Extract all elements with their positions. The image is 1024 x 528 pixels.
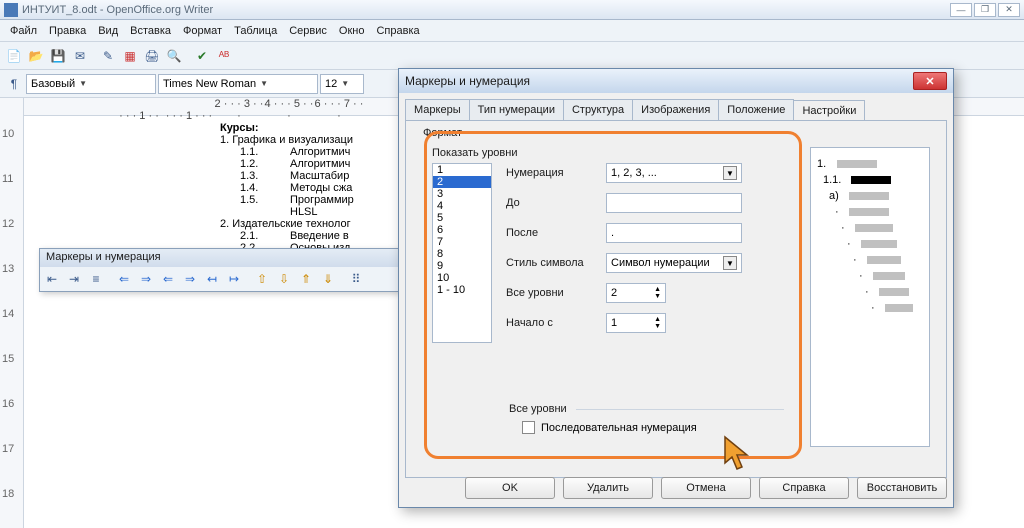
consecutive-checkbox[interactable]: Последовательная нумерация [522,421,697,434]
paragraph-style-select[interactable]: Базовый ▼ [26,74,156,94]
dialog-titlebar[interactable]: Маркеры и нумерация ✕ [399,69,953,93]
dialog-body: Формат Показать уровни 1 2 3 4 5 6 7 8 9… [405,120,947,478]
new-icon[interactable]: 📄 [4,46,24,66]
move-up-icon[interactable]: ⇧ [252,269,272,289]
dialog-buttons: OK Удалить Отмена Справка Восстановить [405,477,947,499]
arrow-left-icon[interactable]: ↤ [202,269,222,289]
tab-graphics[interactable]: Изображения [632,99,719,120]
bullets-toolbar-title: Маркеры и нумерация [40,249,398,267]
all-levels-group-label: Все уровни [506,403,570,415]
print-icon[interactable]: 🖨 [142,46,162,66]
tab-position[interactable]: Положение [718,99,794,120]
arrow-right-icon[interactable]: ↦ [224,269,244,289]
bullets-numbering-dialog: Маркеры и нумерация ✕ Маркеры Тип нумера… [398,68,954,508]
alllevels-field: Все уровни 2▲▼ [506,283,666,303]
numbering-field: Нумерация 1, 2, 3, ...▼ [506,163,742,183]
pdf-icon[interactable]: ▦ [120,46,140,66]
bullets-dialog-icon[interactable]: ⠿ [346,269,366,289]
paragraph-style-value: Базовый [31,78,75,90]
close-window-button[interactable]: ✕ [998,3,1020,17]
close-icon[interactable]: ✕ [913,72,947,90]
save-icon[interactable]: 💾 [48,46,68,66]
open-icon[interactable]: 📂 [26,46,46,66]
minimize-button[interactable]: — [950,3,972,17]
move-up-icon[interactable]: ⇑ [296,269,316,289]
arrow-left-icon[interactable]: ⇐ [158,269,178,289]
tab-options[interactable]: Настройки [793,100,865,121]
edit-icon[interactable]: ✎ [98,46,118,66]
arrow-left-icon[interactable]: ⇐ [114,269,134,289]
bullets-numbering-toolbar[interactable]: Маркеры и нумерация ⇤ ⇥ ≡ ⇐ ⇒ ⇐ ⇒ ↤ ↦ ⇧ … [39,248,399,292]
chevron-down-icon: ▼ [723,256,737,270]
menu-help[interactable]: Справка [370,23,425,39]
menu-edit[interactable]: Правка [43,23,92,39]
after-field: После . [506,223,742,243]
demote-icon[interactable]: ⇤ [42,269,62,289]
help-button[interactable]: Справка [759,477,849,499]
numbering-select[interactable]: 1, 2, 3, ...▼ [606,163,742,183]
vertical-ruler: 10 11 12 13 14 15 16 17 18 [0,98,24,528]
menu-tools[interactable]: Сервис [283,23,333,39]
doc-icon [4,3,18,17]
font-size-value: 12 [325,78,337,90]
menu-format[interactable]: Формат [177,23,228,39]
alllevels-spinner[interactable]: 2▲▼ [606,283,666,303]
move-down-icon[interactable]: ⇩ [274,269,294,289]
arrow-right-icon[interactable]: ⇒ [180,269,200,289]
ok-button[interactable]: OK [465,477,555,499]
before-input[interactable] [606,193,742,213]
menu-insert[interactable]: Вставка [124,23,177,39]
format-group-label: Формат [420,127,465,139]
chevron-down-icon: ▼ [79,79,87,88]
font-size-select[interactable]: 12 ▼ [320,74,364,94]
chevron-down-icon: ▼ [723,166,737,180]
maximize-button[interactable]: ❐ [974,3,996,17]
tab-outline[interactable]: Структура [563,99,633,120]
dialog-title: Маркеры и нумерация [405,74,913,88]
levels-listbox[interactable]: 1 2 3 4 5 6 7 8 9 10 1 - 10 [432,163,492,343]
cancel-button[interactable]: Отмена [661,477,751,499]
menu-table[interactable]: Таблица [228,23,283,39]
preview-icon[interactable]: 🔍 [164,46,184,66]
startat-spinner[interactable]: 1▲▼ [606,313,666,333]
numbering-preview: 1. 1.1. a) · · · · · · · [810,147,930,447]
delete-button[interactable]: Удалить [563,477,653,499]
font-name-select[interactable]: Times New Roman ▼ [158,74,318,94]
after-input[interactable]: . [606,223,742,243]
startat-field: Начало с 1▲▼ [506,313,666,333]
charstyle-field: Стиль символа Символ нумерации▼ [506,253,742,273]
show-levels-label: Показать уровни [432,147,518,159]
title-bar: ИНТУИТ_8.odt - OpenOffice.org Writer — ❐… [0,0,1024,20]
arrow-right-icon[interactable]: ⇒ [136,269,156,289]
list-icon[interactable]: ≡ [86,269,106,289]
menu-bar: Файл Правка Вид Вставка Формат Таблица С… [0,20,1024,42]
spellcheck-icon[interactable]: ✔ [192,46,212,66]
menu-view[interactable]: Вид [92,23,124,39]
move-down-icon[interactable]: ⇓ [318,269,338,289]
chevron-down-icon: ▼ [260,79,268,88]
promote-icon[interactable]: ⇥ [64,269,84,289]
font-name-value: Times New Roman [163,78,256,90]
reset-button[interactable]: Восстановить [857,477,947,499]
checkbox-icon [522,421,535,434]
autospell-icon[interactable]: ᴬᴮ [214,46,234,66]
dialog-tabs: Маркеры Тип нумерации Структура Изображе… [405,99,947,120]
window-title: ИНТУИТ_8.odt - OpenOffice.org Writer [22,4,948,16]
tab-bullets[interactable]: Маркеры [405,99,470,120]
menu-window[interactable]: Окно [333,23,371,39]
charstyle-select[interactable]: Символ нумерации▼ [606,253,742,273]
standard-toolbar: 📄 📂 💾 ✉ ✎ ▦ 🖨 🔍 ✔ ᴬᴮ [0,42,1024,70]
menu-file[interactable]: Файл [4,23,43,39]
chevron-down-icon: ▼ [341,79,349,88]
tab-numbering-type[interactable]: Тип нумерации [469,99,564,120]
styles-icon[interactable]: ¶ [4,74,24,94]
before-field: До [506,193,742,213]
mail-icon[interactable]: ✉ [70,46,90,66]
